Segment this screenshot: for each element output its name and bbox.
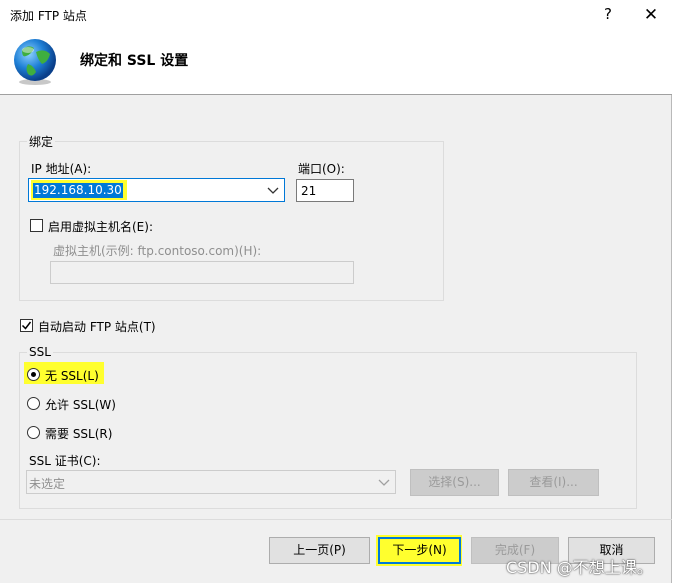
port-input[interactable]: 21 [296, 179, 354, 202]
close-button[interactable]: ✕ [640, 4, 662, 26]
autostart-label: 自动启动 FTP 站点(T) [38, 320, 156, 334]
globe-icon [10, 36, 60, 86]
background-window-edge [672, 0, 680, 583]
ssl-cert-combobox[interactable]: 未选定 [26, 470, 396, 494]
binding-group-label: 绑定 [27, 133, 56, 150]
ssl-cert-label: SSL 证书(C): [29, 454, 101, 468]
radio-require-ssl[interactable] [27, 426, 40, 439]
wizard-header: 绑定和 SSL 设置 [0, 30, 672, 95]
radio-selected-dot [31, 372, 36, 377]
ip-address-combobox[interactable]: 192.168.10.30 [28, 178, 285, 202]
help-button[interactable]: ? [598, 4, 618, 24]
vhost-label: 虚拟主机(示例: ftp.contoso.com)(H): [53, 244, 262, 258]
page-title: 绑定和 SSL 设置 [80, 53, 189, 69]
chevron-down-icon[interactable] [266, 181, 280, 199]
radio-allow-ssl[interactable] [27, 397, 40, 410]
title-bar: 添加 FTP 站点 ? ✕ [0, 0, 672, 30]
radio-no-ssl[interactable] [27, 368, 40, 381]
next-button[interactable]: 下一步(N) [378, 537, 461, 564]
view-cert-button[interactable]: 查看(I)... [508, 469, 599, 496]
radio-no-ssl-label: 无 SSL(L) [45, 369, 99, 383]
vhost-checkbox-label: 启用虚拟主机名(E): [48, 220, 153, 234]
port-label: 端口(O): [298, 162, 345, 176]
chevron-down-icon[interactable] [377, 473, 391, 491]
autostart-checkbox[interactable] [20, 319, 33, 332]
vhost-input[interactable] [50, 261, 354, 284]
select-cert-button[interactable]: 选择(S)... [410, 469, 499, 496]
radio-require-ssl-label: 需要 SSL(R) [45, 427, 113, 441]
ssl-cert-value: 未选定 [29, 477, 66, 491]
checkmark-icon [21, 321, 32, 330]
footer-divider [0, 519, 672, 520]
previous-button[interactable]: 上一页(P) [269, 537, 370, 564]
ip-address-label: IP 地址(A): [31, 162, 92, 176]
ssl-group-label: SSL [27, 345, 53, 359]
ip-address-value: 192.168.10.30 [33, 183, 123, 198]
vhost-checkbox[interactable] [30, 219, 43, 232]
window-title: 添加 FTP 站点 [10, 9, 87, 23]
port-value: 21 [301, 184, 317, 198]
radio-allow-ssl-label: 允许 SSL(W) [45, 398, 116, 412]
watermark: CSDN @不想上课。 [506, 558, 653, 577]
add-ftp-site-dialog: 添加 FTP 站点 ? ✕ 绑定和 SSL 设置 绑定 IP 地址(A): 19… [0, 0, 672, 583]
